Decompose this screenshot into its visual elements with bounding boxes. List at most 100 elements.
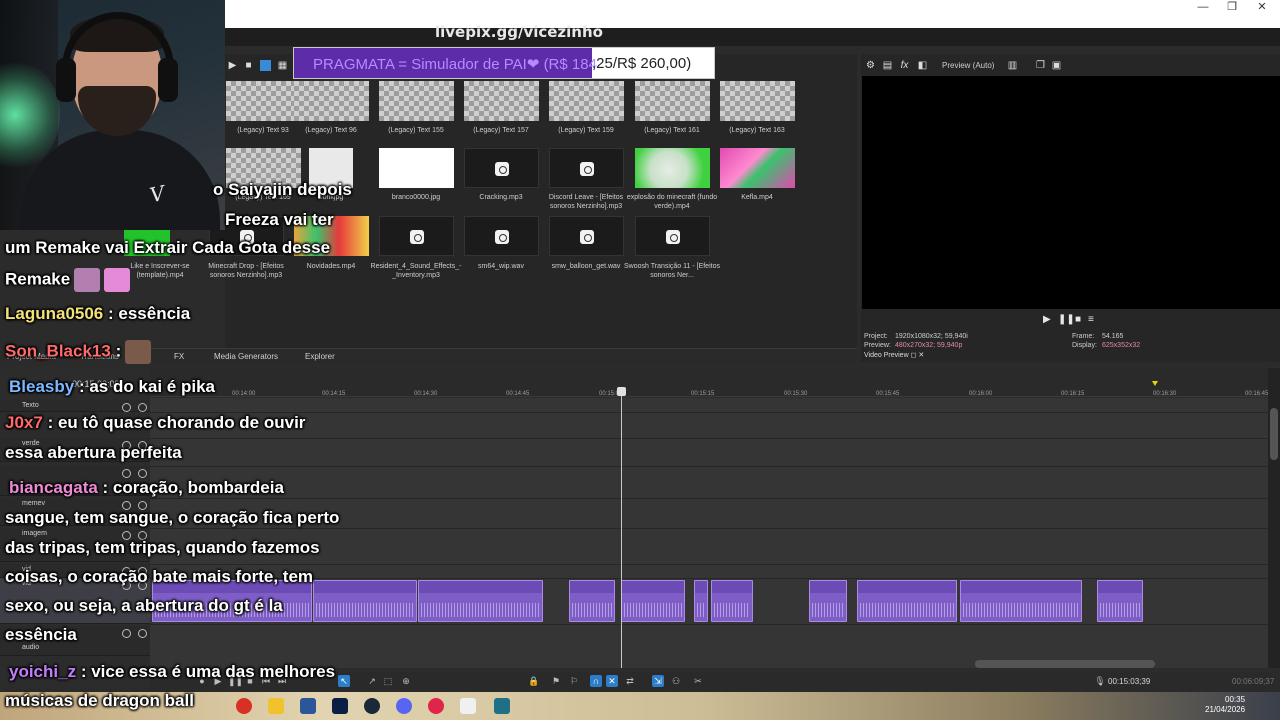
vegas-icon[interactable] [494, 698, 510, 714]
stop-icon[interactable]: ■ [243, 60, 254, 71]
folder-icon[interactable] [268, 698, 284, 714]
lock-envelopes-icon[interactable]: ⇲ [652, 675, 664, 687]
media-thumb[interactable] [549, 81, 624, 121]
stop-icon[interactable]: ■ [1075, 314, 1081, 325]
chat-text: o Saiyajin depois [213, 180, 352, 199]
loop-end-marker[interactable] [1152, 381, 1158, 386]
word-icon[interactable] [300, 698, 316, 714]
media-label: smw_balloon_get.wav [551, 263, 621, 270]
livepix-overlay: livepix.gg/vicezinho [435, 23, 603, 41]
auto-crossfade-icon[interactable]: ✕ [606, 675, 618, 687]
vertical-scroll-thumb[interactable] [1270, 408, 1278, 460]
tab-explorer[interactable]: Explorer [305, 352, 335, 361]
pause-icon[interactable]: ❚❚ [1058, 314, 1075, 325]
menu-icon[interactable]: ≡ [1088, 314, 1094, 325]
mute-icon[interactable] [122, 403, 131, 412]
ignore-grouping-icon[interactable]: ⚇ [670, 675, 682, 687]
video-clip[interactable] [569, 580, 615, 622]
solo-icon[interactable] [138, 469, 147, 478]
playhead[interactable] [621, 390, 622, 668]
ruler-tick: 00:16:45 [1245, 391, 1269, 397]
system-clock[interactable]: 00:35 21/04/2026 [1205, 695, 1245, 715]
audio-thumb[interactable] [549, 216, 624, 256]
video-clip[interactable] [418, 580, 543, 622]
zoom-tool-icon[interactable]: ⊕ [400, 675, 412, 687]
solo-icon[interactable] [138, 403, 147, 412]
media-thumb[interactable] [720, 81, 795, 121]
play-icon[interactable]: ▶ [1043, 314, 1051, 325]
tab-fx[interactable]: FX [174, 352, 184, 361]
gear-icon[interactable]: ⚙ [865, 60, 876, 71]
chat-text: um Remake vai Extrair Cada Gota desse [5, 238, 331, 257]
mic-icon[interactable]: 🎙 [1094, 675, 1106, 687]
marker-icon[interactable]: ⚑ [550, 675, 562, 687]
audio-thumb[interactable] [635, 216, 710, 256]
audio-thumb[interactable] [464, 216, 539, 256]
video-clip[interactable] [857, 580, 957, 622]
media-thumb[interactable] [226, 81, 301, 121]
copy-snapshot-icon[interactable]: ❐ [1035, 60, 1046, 71]
track-name: memev [22, 500, 45, 507]
envelope-tool-icon[interactable]: ↗ [366, 675, 378, 687]
chat-text: : as do kai é pika [78, 377, 215, 396]
chrome-icon[interactable] [236, 698, 252, 714]
audio-thumb[interactable] [379, 216, 454, 256]
media-thumb[interactable] [464, 81, 539, 121]
audio-thumb[interactable] [464, 148, 539, 188]
video-clip[interactable] [313, 580, 417, 622]
media-thumb[interactable] [379, 81, 454, 121]
video-clip[interactable] [809, 580, 847, 622]
tab-media-generators[interactable]: Media Generators [214, 352, 278, 361]
close-button[interactable]: ✕ [1247, 0, 1277, 14]
discord-icon[interactable] [396, 698, 412, 714]
horizontal-scroll-thumb[interactable] [975, 660, 1155, 668]
normal-edit-tool-icon[interactable]: ↖ [338, 675, 350, 687]
steam-icon[interactable] [364, 698, 380, 714]
properties-icon[interactable]: ▤ [882, 60, 893, 71]
fx-icon[interactable]: fx [899, 60, 910, 71]
auto-ripple-icon[interactable]: ⇄ [624, 675, 636, 687]
media-thumb[interactable] [379, 148, 454, 188]
minimize-button[interactable]: — [1188, 0, 1218, 14]
video-clip[interactable] [711, 580, 753, 622]
auto-preview-icon[interactable] [260, 60, 271, 71]
maximize-button[interactable]: ❐ [1217, 0, 1247, 14]
chat-text: sangue, tem sangue, o coração fica perto [5, 508, 340, 527]
display-value: 625x352x32 [1102, 342, 1141, 349]
media-thumb[interactable] [294, 81, 369, 121]
tab-video-preview[interactable]: Video Preview ◻ ✕ [864, 351, 924, 359]
chat-username: J0x7 [5, 413, 43, 432]
audio-file-icon [495, 230, 509, 244]
split-screen-icon[interactable]: ◧ [917, 60, 928, 71]
chat-username: yoichi_z [9, 662, 77, 681]
audio-thumb[interactable] [549, 148, 624, 188]
project-value: 1920x1080x32; 59,940i [895, 333, 968, 340]
snapping-icon[interactable]: ∩ [590, 675, 602, 687]
opera-icon[interactable] [428, 698, 444, 714]
video-clip[interactable] [960, 580, 1082, 622]
track-header[interactable]: Texto [0, 400, 150, 412]
region-icon[interactable]: ⚐ [568, 675, 580, 687]
video-clip[interactable] [1097, 580, 1143, 622]
video-clip[interactable] [621, 580, 685, 622]
preview-quality-select[interactable]: Preview (Auto) [942, 61, 994, 70]
video-clip[interactable] [694, 580, 708, 622]
solo-icon[interactable] [138, 629, 147, 638]
mute-icon[interactable] [122, 469, 131, 478]
menu-strip [225, 28, 1280, 46]
grid-icon[interactable]: ▥ [1007, 60, 1018, 71]
playhead-handle[interactable] [617, 387, 626, 396]
media-thumb[interactable] [635, 148, 710, 188]
obs-icon[interactable] [460, 698, 476, 714]
preview-value: 480x270x32; 59,940p [895, 342, 963, 349]
view-icon[interactable]: ▦ [277, 60, 288, 71]
lock-icon[interactable]: 🔒 [528, 675, 540, 687]
split-icon[interactable]: ✂ [692, 675, 704, 687]
play-icon[interactable]: ▶ [227, 60, 238, 71]
mute-icon[interactable] [122, 629, 131, 638]
media-thumb[interactable] [635, 81, 710, 121]
media-thumb[interactable] [720, 148, 795, 188]
selection-tool-icon[interactable]: ⬚ [382, 675, 394, 687]
save-snapshot-icon[interactable]: ▣ [1051, 60, 1062, 71]
photoshop-icon[interactable] [332, 698, 348, 714]
